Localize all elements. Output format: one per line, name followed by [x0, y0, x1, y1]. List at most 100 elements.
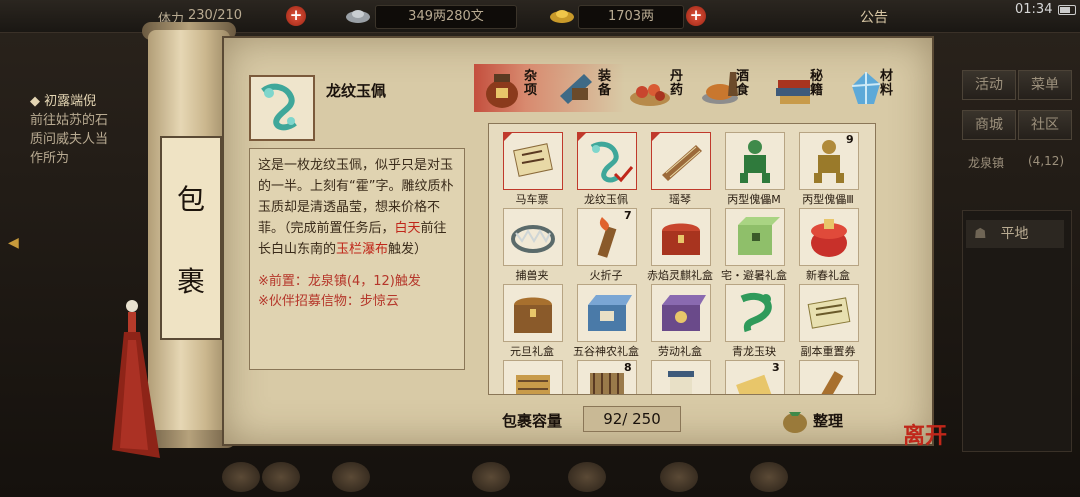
money-bag-icon	[783, 412, 807, 433]
zither-icon	[662, 145, 702, 181]
inventory-slot[interactable]	[577, 284, 637, 342]
inventory-slot[interactable]	[799, 208, 859, 266]
stack-count: 7	[624, 209, 632, 222]
tab-materials[interactable]: 材料	[842, 64, 914, 112]
inventory-slot-label: 瑶琴	[669, 193, 691, 206]
scroll-bundle-icon	[516, 375, 550, 394]
nav-icon[interactable]	[568, 462, 606, 492]
tab-label: 材料	[880, 69, 894, 98]
inventory-slot[interactable]	[725, 132, 785, 190]
inventory-grid: 马车票 龙纹玉佩 瑶琴 丙型傀儡M 9 丙型傀儡Ⅲ 捕兽夹 7 火折子 赤焰灵麒…	[488, 123, 876, 395]
ticket-icon	[513, 143, 553, 177]
bag-title-char: 裹	[176, 265, 205, 298]
pills-icon	[630, 84, 670, 106]
inventory-slot-label: 马车票	[515, 193, 549, 206]
capacity-value: 92/ 250	[583, 406, 681, 432]
wood-chest-icon	[514, 297, 552, 333]
inventory-slot[interactable]: 3	[725, 360, 785, 394]
quest-title: ◆ 初露端倪	[30, 94, 97, 109]
voucher-icon	[807, 297, 851, 329]
add-gold-button[interactable]: +	[686, 6, 706, 26]
quest-line: 质问威夫人当	[30, 132, 109, 147]
tab-equipment[interactable]: 装备	[552, 64, 624, 112]
blue-scroll-icon	[668, 371, 694, 394]
tab-manuals[interactable]: 秘籍	[770, 64, 842, 112]
inventory-slot[interactable]	[503, 360, 563, 394]
inventory-slot[interactable]	[725, 284, 785, 342]
shop-button[interactable]: 商城	[962, 110, 1016, 140]
inventory-slot[interactable]	[725, 208, 785, 266]
selected-item-icon-frame	[249, 75, 315, 141]
tab-food[interactable]: 酒食	[698, 64, 770, 112]
inventory-slot[interactable]	[651, 284, 711, 342]
inventory-slot-label: 新春礼盒	[806, 269, 850, 282]
inventory-slot-label: 龙纹玉佩	[584, 193, 628, 206]
nav-icon[interactable]	[660, 462, 698, 492]
clock: 01:34	[1015, 2, 1053, 17]
companion-note: ※伙伴招募信物：步惊云	[258, 294, 399, 309]
flag-icon: ☗	[974, 226, 987, 242]
quest-line: 作所为	[30, 151, 70, 166]
nav-icon[interactable]	[472, 462, 510, 492]
blue-box-icon	[588, 295, 632, 331]
location-coords: (4,12)	[1028, 154, 1065, 168]
quest-tracker[interactable]: ◆ 初露端倪 前往姑苏的石 质问威夫人当 作所为	[30, 92, 150, 168]
menu-button[interactable]: 菜单	[1018, 70, 1072, 100]
inventory-slot[interactable]	[651, 360, 711, 394]
sort-label[interactable]: 整理	[813, 410, 843, 431]
stack-count: 9	[846, 133, 854, 146]
gold-ingot-icon	[550, 10, 574, 23]
tab-misc[interactable]: 杂项	[478, 64, 550, 112]
silver-ingot-icon	[346, 10, 370, 23]
inventory-slot[interactable]	[503, 132, 563, 190]
inventory-slot[interactable]	[799, 284, 859, 342]
inventory-slot-label: 丙型傀儡Ⅲ	[802, 193, 854, 206]
inventory-slot[interactable]	[577, 132, 637, 190]
inventory-slot[interactable]	[651, 132, 711, 190]
stack-count: 3	[772, 361, 780, 374]
selected-item-name: 龙纹玉佩	[326, 82, 387, 100]
inventory-slot-label: 副本重置券	[800, 345, 856, 358]
tab-label: 酒食	[736, 69, 750, 98]
tab-label: 秘籍	[810, 69, 824, 98]
tab-label: 装备	[598, 69, 612, 98]
collapse-arrow-icon[interactable]: ◀	[8, 235, 19, 251]
item-description: 这是一枚龙纹玉佩，似乎只是对玉的一半。上刻有“霍”字。雕纹质朴玉质却是清透晶莹，…	[249, 148, 465, 370]
add-stamina-button[interactable]: +	[286, 6, 306, 26]
inventory-slot[interactable]	[651, 208, 711, 266]
nav-icon[interactable]	[262, 462, 300, 492]
community-button[interactable]: 社区	[1018, 110, 1072, 140]
silver-amount: 349两280文	[375, 5, 517, 29]
stamina-value: 230/210	[188, 8, 243, 23]
terrain-label: 平地	[1000, 226, 1029, 242]
capacity-label: 包裹容量	[502, 412, 563, 430]
nav-icon[interactable]	[750, 462, 788, 492]
tab-label: 杂项	[524, 69, 538, 98]
nav-icon[interactable]	[222, 462, 260, 492]
inventory-slot[interactable]: 8	[577, 360, 637, 394]
inventory-slot[interactable]: 7	[577, 208, 637, 266]
inventory-slot[interactable]	[503, 284, 563, 342]
activity-button[interactable]: 活动	[962, 70, 1016, 100]
checkmark-icon	[613, 166, 634, 183]
jade-box-icon	[738, 217, 780, 255]
inventory-slot[interactable]: 9	[799, 132, 859, 190]
announcement-button[interactable]: 公告	[860, 7, 888, 27]
desc-text: 触发）	[388, 242, 428, 257]
trap-icon	[511, 225, 555, 253]
item-notes: ※前置：龙泉镇(4，12)触发 ※伙伴招募信物：步惊云	[258, 272, 456, 312]
terrain-item[interactable]: ☗ 平地	[966, 220, 1064, 248]
desc-highlight: 玉栏瀑布	[336, 242, 389, 257]
wood-stick-icon	[814, 371, 844, 394]
inventory-slot[interactable]	[799, 360, 859, 394]
leave-button[interactable]: 离开	[903, 418, 947, 450]
purple-box-icon	[662, 295, 706, 331]
inventory-slot-label: 丙型傀儡M	[727, 193, 781, 206]
inventory-slot[interactable]	[503, 208, 563, 266]
inventory-slot-label: 捕兽夹	[515, 269, 549, 282]
tab-pills[interactable]: 丹药	[626, 64, 698, 112]
tab-label: 丹药	[670, 69, 684, 98]
nav-icon[interactable]	[332, 462, 370, 492]
green-puppet-icon	[740, 140, 770, 183]
inventory-slot-label: 宅・避暑礼盒	[721, 269, 787, 282]
